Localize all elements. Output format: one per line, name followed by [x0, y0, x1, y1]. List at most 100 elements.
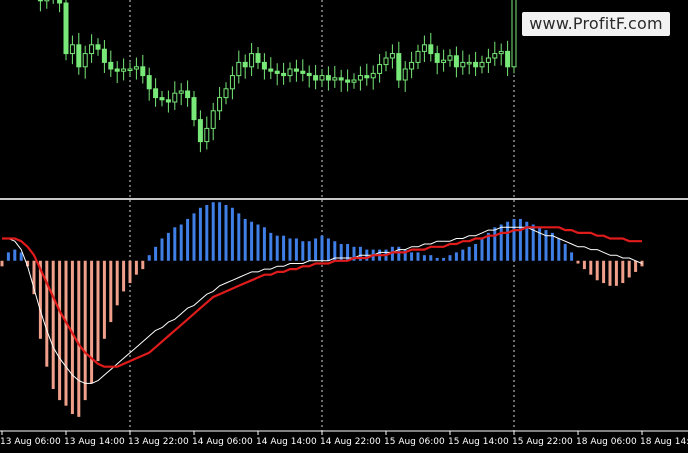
histogram-bar	[474, 244, 478, 261]
candle-body	[447, 55, 453, 61]
candle-body	[69, 44, 75, 55]
candle-body	[415, 50, 421, 63]
candle-body	[172, 92, 178, 103]
time-label: 15 Aug 22:00	[512, 437, 573, 447]
candle-body	[434, 53, 440, 63]
candle-body	[242, 61, 248, 68]
candle-body	[306, 72, 312, 77]
histogram-bar	[90, 260, 94, 384]
histogram-bar	[122, 260, 126, 292]
time-label: 15 Aug 14:00	[448, 437, 509, 447]
histogram-bar	[141, 260, 145, 270]
time-label: 13 Aug 06:00	[0, 437, 61, 447]
histogram-bar	[275, 235, 279, 261]
candle-body	[466, 61, 472, 65]
histogram-bar	[13, 249, 17, 261]
histogram-bar	[589, 260, 593, 275]
histogram-bar	[627, 260, 631, 278]
candle-body	[345, 79, 351, 83]
candle-body	[325, 75, 331, 81]
histogram-bar	[410, 252, 414, 261]
histogram-bar	[576, 260, 580, 264]
candle-body	[197, 119, 203, 143]
candle-body	[63, 2, 69, 55]
candle-body	[402, 68, 408, 81]
candle-body	[441, 59, 447, 63]
candle-body	[153, 88, 159, 99]
candle-body	[498, 50, 504, 55]
histogram-bar	[493, 227, 497, 261]
histogram-bar	[115, 260, 119, 306]
histogram-bar	[448, 255, 452, 261]
candle-body	[492, 53, 498, 59]
histogram-bar	[179, 224, 183, 261]
candle-body	[505, 50, 511, 68]
histogram-bar	[454, 252, 458, 261]
histogram-bar	[109, 260, 113, 323]
histogram-bar	[301, 241, 305, 261]
histogram-bar	[218, 202, 222, 261]
candle-body	[300, 70, 306, 74]
candle-body	[165, 99, 171, 103]
time-label: 18 Aug 06:00	[576, 437, 637, 447]
histogram-bar	[154, 246, 158, 261]
candle-body	[249, 53, 255, 68]
candle-body	[268, 68, 274, 72]
forex-chart: 13 Aug 06:00 13 Aug 14:00 13 Aug 22:00 14 A…	[0, 0, 688, 453]
histogram-bar	[614, 260, 618, 286]
histogram-bar	[429, 255, 433, 261]
histogram-bar	[512, 218, 516, 261]
candle-body	[185, 90, 191, 99]
candle-body	[370, 72, 376, 79]
histogram-bar	[544, 230, 548, 261]
histogram-bar	[230, 207, 234, 261]
histogram-bar	[326, 238, 330, 261]
histogram-bar	[608, 260, 612, 286]
histogram-bar	[518, 218, 522, 261]
site-watermark: www.ProfitF.com	[522, 12, 670, 36]
candle-body	[351, 79, 357, 83]
histogram-bar	[166, 232, 170, 261]
histogram-bar	[269, 232, 273, 261]
histogram-bar	[442, 257, 446, 261]
histogram-bar	[205, 205, 209, 261]
candle-body	[396, 53, 402, 81]
candle-body	[76, 44, 82, 68]
candle-body	[428, 44, 434, 55]
candle-body	[460, 61, 466, 68]
histogram-bar	[192, 213, 196, 261]
histogram-bar	[0, 260, 4, 267]
candle-body	[473, 61, 479, 68]
candle-body	[204, 127, 210, 143]
histogram-bar	[243, 218, 247, 261]
candle-body	[357, 75, 363, 81]
histogram-bar	[211, 202, 215, 261]
candle-body	[191, 97, 197, 121]
histogram-bar	[550, 232, 554, 261]
histogram-bar	[480, 238, 484, 261]
histogram-bar	[45, 260, 49, 367]
histogram-bar	[134, 260, 138, 275]
time-label: 13 Aug 14:00	[64, 437, 125, 447]
histogram-bar	[198, 207, 202, 261]
histogram-bar	[102, 260, 106, 339]
histogram-bar	[570, 252, 574, 261]
histogram-bar	[557, 238, 561, 261]
candle-body	[293, 68, 299, 72]
histogram-bar	[422, 255, 426, 261]
histogram-bar	[621, 260, 625, 284]
candle-body	[421, 44, 427, 52]
histogram-bar	[282, 235, 286, 261]
histogram-bar	[320, 235, 324, 261]
histogram-bar	[128, 260, 132, 284]
candle-body	[319, 75, 325, 81]
candle-body	[82, 53, 88, 68]
candle-body	[261, 61, 267, 70]
histogram-bar	[51, 260, 55, 389]
histogram-bar	[77, 260, 81, 417]
candle-body	[89, 44, 95, 55]
candle-body	[453, 55, 459, 68]
candle-body	[114, 68, 120, 72]
candle-body	[287, 68, 293, 77]
candle-body	[57, 0, 63, 4]
